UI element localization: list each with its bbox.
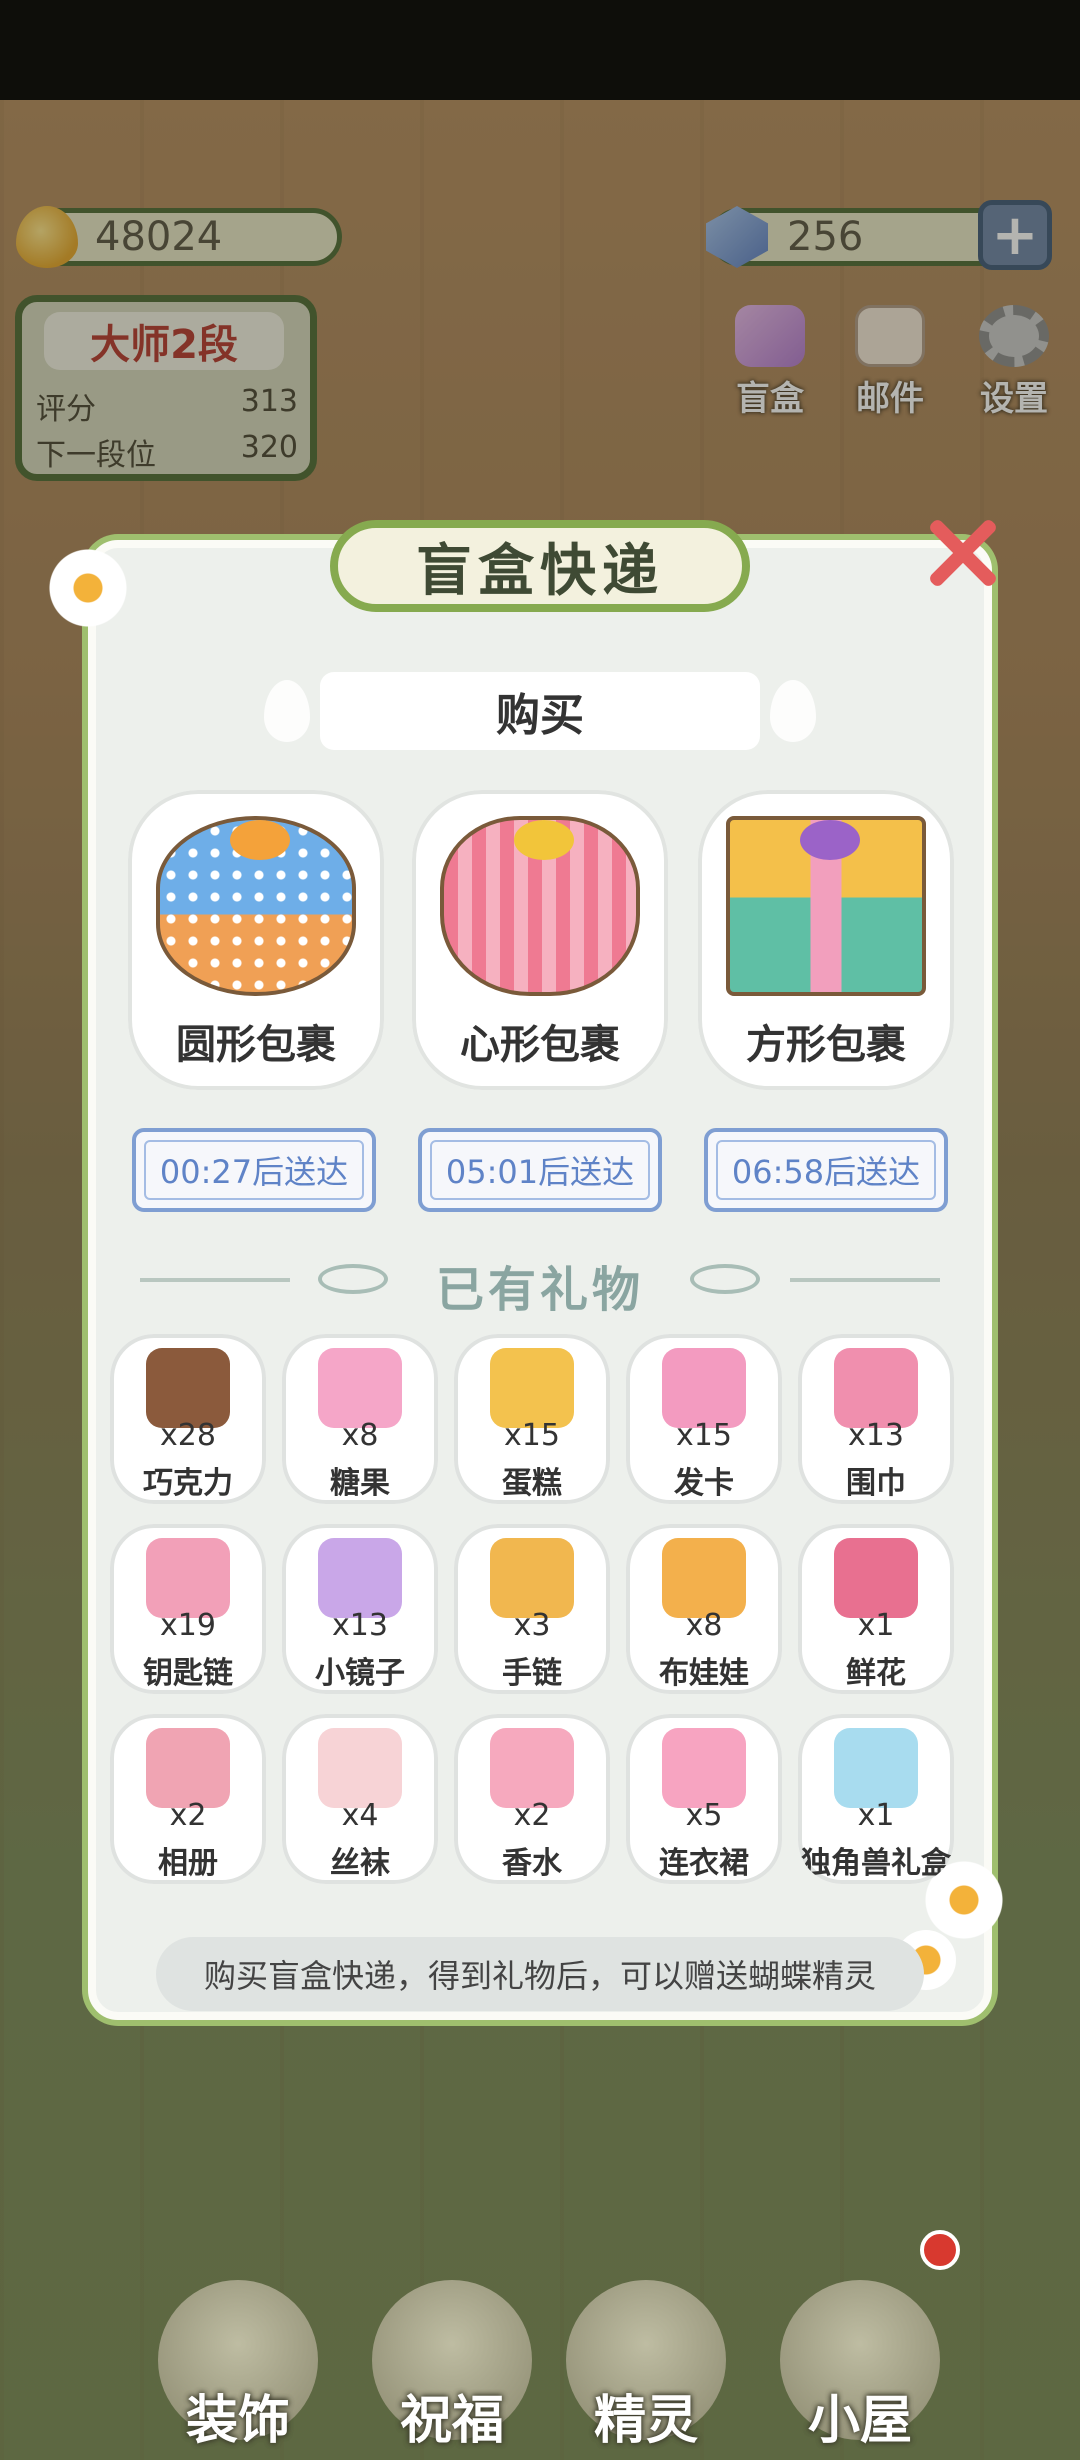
- gift-item-card[interactable]: x2 相册: [110, 1714, 266, 1884]
- gift-thumbnail-icon: [490, 1538, 574, 1618]
- gift-item-card[interactable]: x5 连衣裙: [626, 1714, 782, 1884]
- gift-item-card[interactable]: x28 巧克力: [110, 1334, 266, 1504]
- gift-count: x1: [857, 1608, 895, 1643]
- gift-thumbnail-icon: [834, 1538, 918, 1618]
- gift-name: 钥匙链: [143, 1656, 233, 1691]
- round-gift-box-icon: [156, 816, 356, 996]
- divider-left: [140, 1278, 290, 1282]
- square-package-card[interactable]: 方形包裹: [698, 790, 954, 1090]
- gift-thumbnail-icon: [146, 1348, 230, 1428]
- gift-name: 小镜子: [315, 1656, 405, 1691]
- gift-item-card[interactable]: x1 独角兽礼盒: [798, 1714, 954, 1884]
- gift-count: x15: [676, 1418, 732, 1453]
- gift-thumbnail-icon: [490, 1728, 574, 1808]
- gift-name: 相册: [158, 1846, 218, 1881]
- gift-item-card[interactable]: x3 手链: [454, 1524, 610, 1694]
- package-label: 方形包裹: [746, 1022, 906, 1068]
- gift-count: x13: [332, 1608, 388, 1643]
- gift-thumbnail-icon: [662, 1538, 746, 1618]
- package-label: 心形包裹: [460, 1022, 620, 1068]
- gift-thumbnail-icon: [834, 1348, 918, 1428]
- heart-gift-box-icon: [440, 816, 640, 996]
- gift-thumbnail-icon: [662, 1348, 746, 1428]
- nav-blessing-button[interactable]: 祝福: [362, 2260, 542, 2460]
- bow-icon: [514, 820, 574, 860]
- gift-thumbnail-icon: [662, 1728, 746, 1808]
- gift-count: x19: [160, 1608, 216, 1643]
- gift-count: x2: [169, 1798, 207, 1833]
- bow-icon: [230, 820, 290, 860]
- gift-count: x4: [341, 1798, 379, 1833]
- gift-name: 手链: [502, 1656, 562, 1691]
- gift-name: 围巾: [846, 1466, 906, 1501]
- nav-decorate-button[interactable]: 装饰: [148, 2260, 328, 2460]
- gift-item-card[interactable]: x19 钥匙链: [110, 1524, 266, 1694]
- gift-thumbnail-icon: [490, 1348, 574, 1428]
- gift-count: x3: [513, 1608, 551, 1643]
- gift-item-card[interactable]: x8 布娃娃: [626, 1524, 782, 1694]
- gift-count: x28: [160, 1418, 216, 1453]
- buy-section-header: 购买: [320, 672, 760, 750]
- gift-count: x15: [504, 1418, 560, 1453]
- gift-thumbnail-icon: [318, 1538, 402, 1618]
- gift-name: 蛋糕: [502, 1466, 562, 1501]
- delivery-timer: 06:58后送达: [704, 1128, 948, 1212]
- heart-package-card[interactable]: 心形包裹: [412, 790, 668, 1090]
- gift-item-card[interactable]: x15 蛋糕: [454, 1334, 610, 1504]
- swirl-decoration-icon: [690, 1264, 760, 1294]
- gift-thumbnail-icon: [318, 1728, 402, 1808]
- nav-label: 装饰: [185, 2391, 290, 2451]
- gift-name: 连衣裙: [659, 1846, 749, 1881]
- gift-item-card[interactable]: x1 鲜花: [798, 1524, 954, 1694]
- delivery-timer: 00:27后送达: [132, 1128, 376, 1212]
- gift-name: 丝袜: [330, 1846, 390, 1881]
- package-label: 圆形包裹: [176, 1022, 336, 1068]
- gift-name: 布娃娃: [659, 1656, 749, 1691]
- owned-gifts-title: 已有礼物: [435, 1262, 644, 1318]
- gift-name: 发卡: [674, 1466, 734, 1501]
- gift-name: 糖果: [330, 1466, 390, 1501]
- nav-sprite-button[interactable]: 精灵: [556, 2260, 736, 2460]
- gift-count: x2: [513, 1798, 551, 1833]
- gift-item-card[interactable]: x13 小镜子: [282, 1524, 438, 1694]
- gift-thumbnail-icon: [146, 1728, 230, 1808]
- gift-name: 巧克力: [143, 1466, 233, 1501]
- gift-count: x13: [848, 1418, 904, 1453]
- nav-house-button[interactable]: 小屋: [770, 2260, 950, 2460]
- gift-thumbnail-icon: [146, 1538, 230, 1618]
- notification-dot: [920, 2230, 960, 2270]
- dialog-title: 盲盒快递: [330, 520, 750, 612]
- gift-name: 香水: [502, 1846, 562, 1881]
- square-gift-box-icon: [726, 816, 926, 996]
- divider-right: [790, 1278, 940, 1282]
- nav-label: 小屋: [807, 2391, 912, 2451]
- gift-item-card[interactable]: x8 糖果: [282, 1334, 438, 1504]
- close-button[interactable]: [920, 510, 1004, 594]
- gift-count: x5: [685, 1798, 723, 1833]
- swirl-decoration-icon: [318, 1264, 388, 1294]
- daisy-decoration-icon: [48, 548, 128, 628]
- gift-name: 独角兽礼盒: [801, 1846, 951, 1881]
- gift-thumbnail-icon: [834, 1728, 918, 1808]
- gift-name: 鲜花: [846, 1656, 906, 1691]
- nav-label: 精灵: [593, 2391, 698, 2451]
- bow-icon: [800, 820, 860, 860]
- gift-thumbnail-icon: [318, 1348, 402, 1428]
- nav-label: 祝福: [399, 2391, 504, 2451]
- gift-item-card[interactable]: x4 丝袜: [282, 1714, 438, 1884]
- gift-count: x8: [685, 1608, 723, 1643]
- gift-count: x8: [341, 1418, 379, 1453]
- hint-text: 购买盲盒快递，得到礼物后，可以赠送蝴蝶精灵: [156, 1937, 924, 2011]
- gift-count: x1: [857, 1798, 895, 1833]
- gift-item-card[interactable]: x15 发卡: [626, 1334, 782, 1504]
- round-package-card[interactable]: 圆形包裹: [128, 790, 384, 1090]
- delivery-timer: 05:01后送达: [418, 1128, 662, 1212]
- gift-item-card[interactable]: x13 围巾: [798, 1334, 954, 1504]
- gift-item-card[interactable]: x2 香水: [454, 1714, 610, 1884]
